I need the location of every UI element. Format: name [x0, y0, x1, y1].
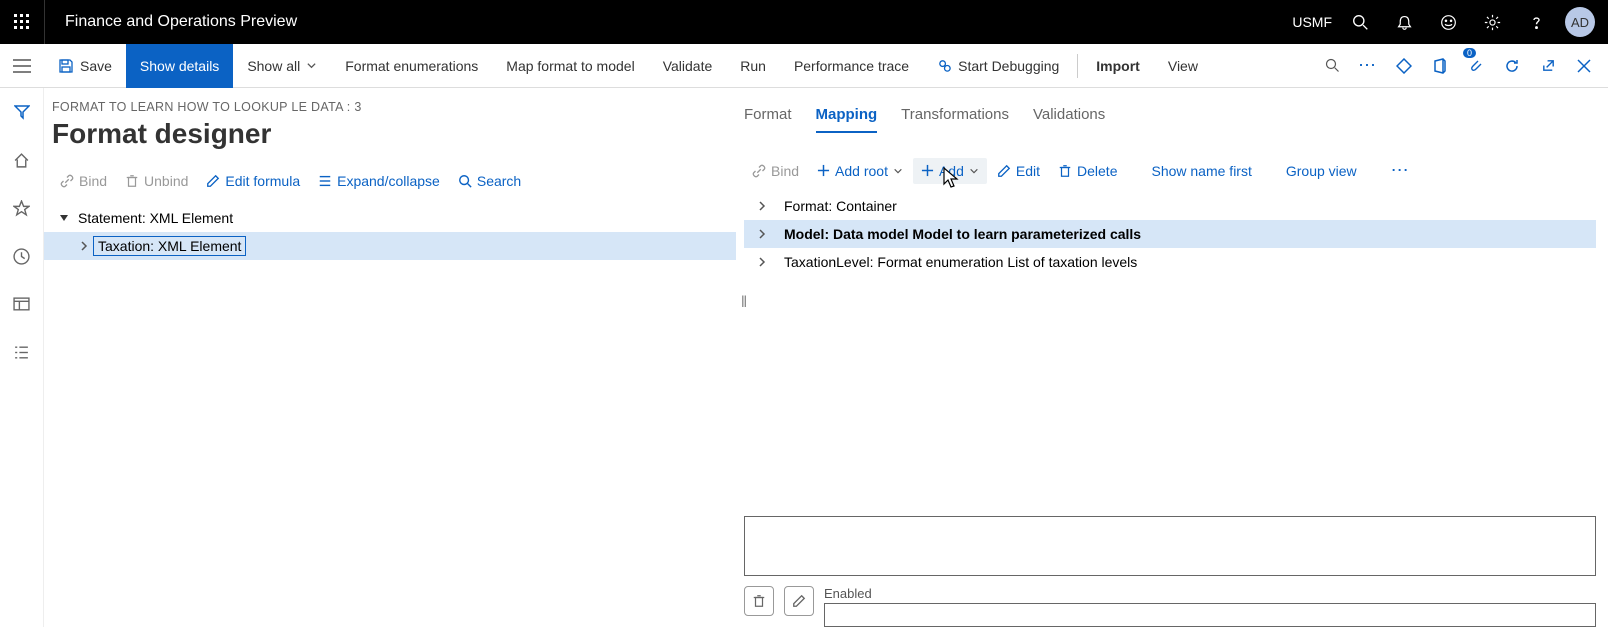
- tab-transformations[interactable]: Transformations: [901, 106, 1009, 133]
- app-title: Finance and Operations Preview: [45, 13, 297, 31]
- chevron-down-icon: [306, 60, 317, 71]
- help-icon[interactable]: [1516, 0, 1556, 44]
- attach-badge-icon[interactable]: 0: [1460, 44, 1492, 88]
- caret-right-icon[interactable]: [74, 241, 94, 251]
- save-button[interactable]: Save: [44, 44, 126, 88]
- tab-mapping[interactable]: Mapping: [816, 106, 878, 133]
- more-icon[interactable]: ⋯: [1352, 44, 1384, 88]
- map-format-button[interactable]: Map format to model: [492, 44, 648, 88]
- left-pane: FORMAT TO LEARN HOW TO LOOKUP LE DATA : …: [44, 88, 744, 627]
- delete-field-button[interactable]: [744, 586, 774, 616]
- tree-node-label: Format: Container: [772, 198, 897, 214]
- filter-icon[interactable]: [0, 96, 44, 128]
- tree-node-label: Statement: XML Element: [74, 210, 233, 226]
- app-launcher-icon[interactable]: [0, 14, 44, 30]
- edit-button[interactable]: Edit: [989, 158, 1048, 184]
- tree-node-label: Taxation: XML Element: [94, 237, 245, 255]
- chevron-down-icon: [893, 166, 903, 176]
- performance-trace-button[interactable]: Performance trace: [780, 44, 923, 88]
- attach-badge-count: 0: [1463, 48, 1476, 58]
- home-icon[interactable]: [0, 144, 44, 176]
- top-bar: Finance and Operations Preview USMF AD: [0, 0, 1608, 44]
- edit-formula-button[interactable]: Edit formula: [198, 168, 308, 194]
- start-debugging-button[interactable]: Start Debugging: [923, 44, 1073, 88]
- mapping-tree: Format: Container Model: Data model Mode…: [744, 192, 1596, 276]
- refresh-icon[interactable]: [1496, 44, 1528, 88]
- close-icon[interactable]: [1568, 44, 1600, 88]
- right-pane: ‖ Format Mapping Transformations Validat…: [744, 88, 1608, 627]
- tree-node-root[interactable]: Statement: XML Element: [44, 204, 736, 232]
- splitter-handle[interactable]: ‖: [740, 288, 748, 318]
- tree-node-selected[interactable]: Model: Data model Model to learn paramet…: [744, 220, 1596, 248]
- import-button[interactable]: Import: [1082, 44, 1154, 88]
- page-title: Format designer: [44, 114, 736, 168]
- show-name-first-button[interactable]: Show name first: [1143, 158, 1259, 184]
- search-command-icon[interactable]: [1316, 44, 1348, 88]
- delete-button[interactable]: Delete: [1050, 158, 1125, 184]
- validate-button[interactable]: Validate: [649, 44, 727, 88]
- group-view-button[interactable]: Group view: [1278, 158, 1365, 184]
- recent-icon[interactable]: [0, 240, 44, 272]
- office-icon[interactable]: [1424, 44, 1456, 88]
- bottom-fields: Enabled: [744, 516, 1596, 627]
- caret-right-icon[interactable]: [752, 257, 772, 267]
- expand-collapse-button[interactable]: Expand/collapse: [310, 168, 448, 194]
- view-button[interactable]: View: [1154, 44, 1212, 88]
- right-tabs: Format Mapping Transformations Validatio…: [744, 100, 1596, 133]
- edit-field-button[interactable]: [784, 586, 814, 616]
- search-button[interactable]: Search: [450, 168, 529, 194]
- chevron-down-icon: [969, 166, 979, 176]
- left-toolbar: Bind Unbind Edit formula Expand/collapse…: [44, 168, 736, 194]
- tree-node[interactable]: Format: Container: [744, 192, 1596, 220]
- unbind-button[interactable]: Unbind: [117, 168, 196, 194]
- search-icon[interactable]: [1340, 0, 1380, 44]
- right-toolbar: Bind Add root Add Edit Delete Show name …: [744, 155, 1596, 186]
- star-icon[interactable]: [0, 192, 44, 224]
- popout-icon[interactable]: [1532, 44, 1564, 88]
- bind-button[interactable]: Bind: [52, 168, 115, 194]
- gear-icon[interactable]: [1472, 0, 1512, 44]
- caret-right-icon[interactable]: [752, 229, 772, 239]
- main-area: FORMAT TO LEARN HOW TO LOOKUP LE DATA : …: [0, 88, 1608, 627]
- caret-down-icon[interactable]: [54, 213, 74, 223]
- expression-box[interactable]: [744, 516, 1596, 576]
- tab-format[interactable]: Format: [744, 106, 792, 133]
- enabled-label: Enabled: [824, 586, 1596, 601]
- breadcrumb: FORMAT TO LEARN HOW TO LOOKUP LE DATA : …: [44, 100, 736, 114]
- add-button[interactable]: Add: [913, 158, 987, 184]
- format-enumerations-button[interactable]: Format enumerations: [331, 44, 492, 88]
- more-button[interactable]: ⋯: [1383, 155, 1419, 186]
- bind-button-right[interactable]: Bind: [744, 158, 807, 184]
- format-tree: Statement: XML Element Taxation: XML Ele…: [44, 204, 736, 260]
- modules-icon[interactable]: [0, 336, 44, 368]
- caret-right-icon[interactable]: [752, 201, 772, 211]
- left-rail: [0, 88, 44, 627]
- tree-node-child[interactable]: Taxation: XML Element: [44, 232, 736, 260]
- company-code[interactable]: USMF: [1292, 14, 1332, 30]
- save-label: Save: [80, 58, 112, 74]
- smiley-icon[interactable]: [1428, 0, 1468, 44]
- tree-node-label: TaxationLevel: Format enumeration List o…: [772, 254, 1137, 270]
- user-avatar[interactable]: AD: [1560, 0, 1600, 44]
- diamond-icon[interactable]: [1388, 44, 1420, 88]
- show-details-button[interactable]: Show details: [126, 44, 233, 88]
- bell-icon[interactable]: [1384, 0, 1424, 44]
- run-button[interactable]: Run: [726, 44, 780, 88]
- tree-node[interactable]: TaxationLevel: Format enumeration List o…: [744, 248, 1596, 276]
- hamburger-icon[interactable]: [0, 59, 44, 73]
- show-all-button[interactable]: Show all: [233, 44, 331, 88]
- command-bar: Save Show details Show all Format enumer…: [0, 44, 1608, 88]
- add-root-button[interactable]: Add root: [809, 158, 911, 184]
- tab-validations[interactable]: Validations: [1033, 106, 1105, 133]
- workspace-icon[interactable]: [0, 288, 44, 320]
- tree-node-label: Model: Data model Model to learn paramet…: [772, 226, 1141, 242]
- enabled-input[interactable]: [824, 603, 1596, 627]
